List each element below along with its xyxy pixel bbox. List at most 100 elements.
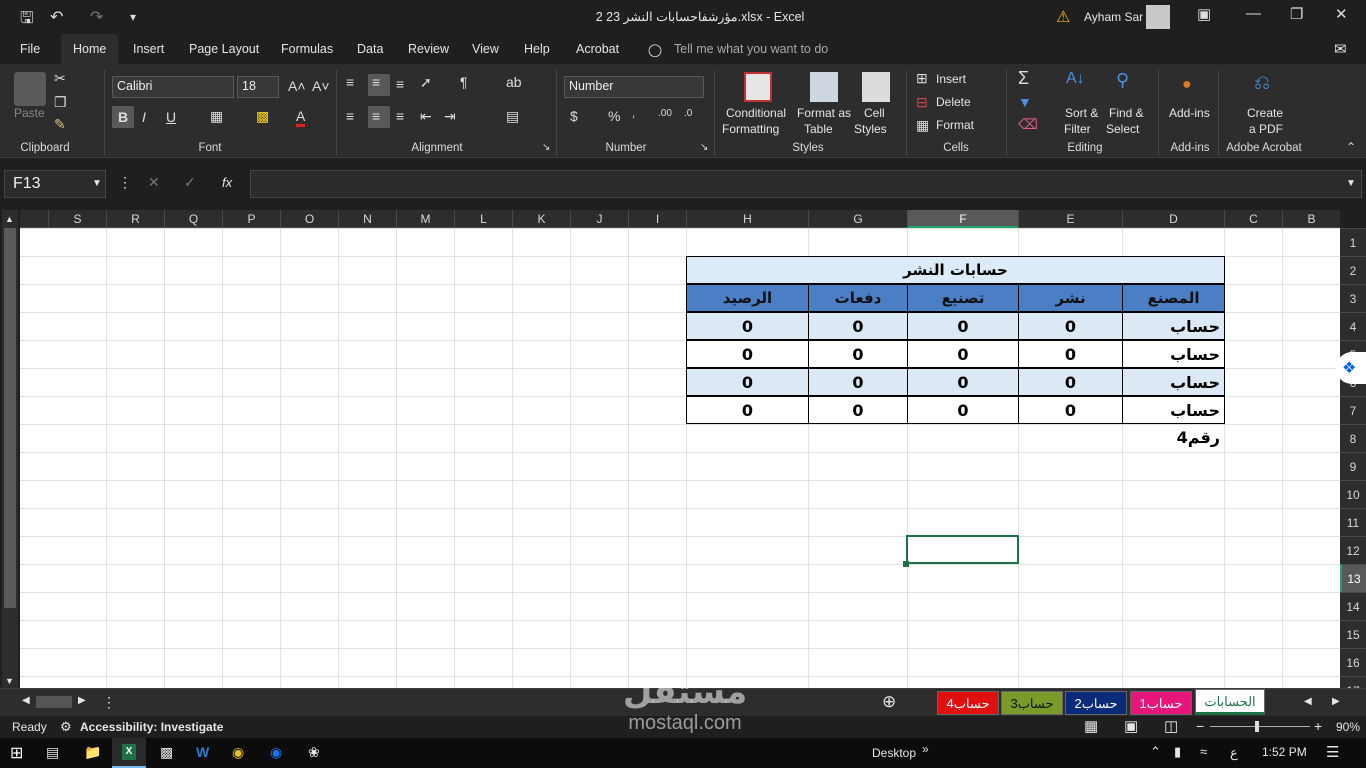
account-name[interactable]: حساب رقم1	[1122, 312, 1225, 363]
more-icon[interactable]: ⋮	[118, 174, 132, 191]
tab-help[interactable]: Help	[524, 42, 550, 56]
clear-icon[interactable]: ⌫	[1018, 116, 1038, 133]
align-bottom-icon[interactable]: ≡	[396, 76, 404, 92]
minimize-icon[interactable]: —	[1246, 5, 1261, 22]
insert-function-icon[interactable]: fx	[222, 175, 232, 190]
find-select-button[interactable]: Find &	[1109, 106, 1144, 120]
row-header[interactable]: 2	[1340, 256, 1366, 284]
header-payments[interactable]: دفعات	[808, 284, 908, 312]
tab-data[interactable]: Data	[357, 42, 383, 56]
scroll-right-icon[interactable]: ▶	[78, 695, 86, 706]
row-header[interactable]: 9	[1340, 452, 1366, 480]
table-cell[interactable]: 0	[907, 396, 1019, 424]
file-explorer-icon[interactable]: 📁	[84, 744, 101, 761]
redo-icon[interactable]: ↷	[90, 7, 103, 27]
column-header[interactable]: P	[222, 210, 280, 228]
table-cell[interactable]: 0	[686, 396, 809, 424]
align-right-icon[interactable]: ≡	[396, 108, 404, 124]
ribbon-display-icon[interactable]: ▣	[1197, 5, 1211, 23]
font-name-select[interactable]: Calibri	[112, 76, 234, 98]
tab-insert[interactable]: Insert	[133, 42, 164, 56]
zoom-in-icon[interactable]: +	[1314, 718, 1322, 734]
account-name[interactable]: حساب رقم3	[1122, 368, 1225, 419]
page-break-view-icon[interactable]: ◫	[1164, 717, 1178, 735]
tab-formulas[interactable]: Formulas	[281, 42, 333, 56]
insert-cells-icon[interactable]: ⊞	[916, 70, 928, 87]
table-title[interactable]: حسابات النشر	[686, 256, 1225, 284]
avatar[interactable]	[1146, 5, 1170, 29]
increase-font-icon[interactable]: A˄	[288, 78, 306, 94]
cancel-icon[interactable]: ✕	[148, 174, 160, 191]
currency-icon[interactable]: $	[570, 108, 578, 124]
comments-icon[interactable]: ✉	[1334, 40, 1347, 58]
row-header[interactable]: 17	[1340, 676, 1366, 698]
addins-button[interactable]: Add-ins	[1169, 106, 1210, 120]
table-cell[interactable]: 0	[1018, 312, 1123, 340]
battery-icon[interactable]: ▮	[1174, 744, 1181, 760]
sheet-tab-active[interactable]: الحسابات	[1195, 689, 1265, 715]
dropbox-badge[interactable]: ❖	[1336, 352, 1366, 384]
desktop-chevron-icon[interactable]: »	[922, 742, 929, 756]
decrease-font-icon[interactable]: A˅	[312, 78, 330, 94]
sheet-tab[interactable]: حساب4	[937, 691, 999, 715]
format-as-table-button[interactable]: Format as	[797, 106, 851, 120]
zoom-level[interactable]: 90%	[1336, 720, 1360, 734]
row-header[interactable]: 14	[1340, 592, 1366, 620]
row-header[interactable]: 12	[1340, 536, 1366, 564]
merge-center-icon[interactable]: ▤	[506, 108, 519, 125]
number-format-select[interactable]: Number	[564, 76, 704, 98]
row-header[interactable]: 15	[1340, 620, 1366, 648]
excel-taskbar-button[interactable]: X	[112, 738, 146, 768]
increase-decimal-icon[interactable]: .00	[658, 108, 672, 119]
sheet-tab[interactable]: حساب1	[1130, 691, 1192, 715]
column-header-selected[interactable]: F	[907, 210, 1018, 228]
zoom-out-icon[interactable]: −	[1196, 718, 1204, 734]
expand-formula-icon[interactable]: ▼	[1346, 178, 1356, 189]
create-pdf-icon[interactable]: ⎌	[1254, 72, 1270, 95]
format-as-table-icon[interactable]	[810, 72, 838, 102]
italic-icon[interactable]: I	[142, 109, 146, 125]
sort-filter-button[interactable]: Sort &	[1065, 106, 1098, 120]
row-header[interactable]: 7	[1340, 396, 1366, 424]
row-header-selected[interactable]: 13	[1340, 564, 1366, 592]
column-header[interactable]: E	[1018, 210, 1122, 228]
column-header[interactable]: I	[628, 210, 686, 228]
horizontal-scroll-thumb[interactable]	[36, 696, 72, 708]
formula-input[interactable]	[250, 170, 1362, 198]
conditional-formatting-icon[interactable]	[744, 72, 772, 102]
enter-icon[interactable]: ✓	[184, 174, 196, 191]
row-header[interactable]: 16	[1340, 648, 1366, 676]
header-manufacture[interactable]: تصنيع	[907, 284, 1019, 312]
name-box-dropdown-icon[interactable]: ▼	[92, 178, 102, 189]
row-header[interactable]: 11	[1340, 508, 1366, 536]
format-cells-button[interactable]: Format	[936, 118, 974, 132]
wrap-text-icon[interactable]: ab	[506, 74, 522, 90]
cell-styles-icon[interactable]	[862, 72, 890, 102]
table-cell[interactable]: 0	[1018, 368, 1123, 396]
borders-icon[interactable]: ▦	[210, 108, 223, 125]
column-header[interactable]: M	[396, 210, 454, 228]
new-sheet-icon[interactable]: ⊕	[882, 692, 896, 712]
sheet-tab[interactable]: حساب3	[1001, 691, 1063, 715]
row-header[interactable]: 3	[1340, 284, 1366, 312]
calculator-icon[interactable]: ▩	[160, 744, 173, 761]
table-cell[interactable]: 0	[808, 312, 908, 340]
clock[interactable]: 1:52 PM	[1262, 745, 1307, 759]
chatgpt-icon[interactable]: ❀	[308, 744, 320, 761]
cell-styles-button[interactable]: Cell	[864, 106, 885, 120]
zoom-slider[interactable]	[1210, 726, 1310, 727]
fill-handle[interactable]	[903, 561, 909, 567]
row-header[interactable]: 10	[1340, 480, 1366, 508]
addins-icon[interactable]: ●	[1182, 76, 1192, 94]
table-cell[interactable]: 0	[808, 340, 908, 368]
orientation-icon[interactable]: ➚	[420, 74, 432, 91]
tabs-more-icon[interactable]: ⋮	[102, 694, 116, 711]
insert-cells-button[interactable]: Insert	[936, 72, 966, 86]
conditional-formatting-button[interactable]: Conditional	[726, 106, 786, 120]
table-cell[interactable]: 0	[808, 368, 908, 396]
autosum-icon[interactable]: Σ	[1018, 68, 1029, 89]
tab-nav-left-icon[interactable]: ◀	[1304, 696, 1312, 707]
save-icon[interactable]: 🖫	[20, 7, 34, 34]
header-publish[interactable]: نشر	[1018, 284, 1123, 312]
tab-view[interactable]: View	[472, 42, 499, 56]
